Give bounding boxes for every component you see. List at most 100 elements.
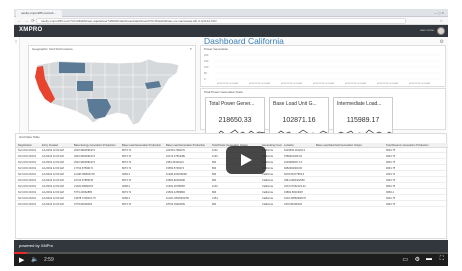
table-cell: 1/1/2019 12:00 AM xyxy=(42,197,64,200)
table-cell: 8073.73 xyxy=(122,167,132,170)
table-cell: 2091.70 xyxy=(386,173,396,176)
table-cell: 1/1/2019 12:00 AM xyxy=(42,203,64,206)
table-cell: 21120.09982073 xyxy=(74,185,94,188)
table-cell: NV-OOO-NO01 xyxy=(18,203,37,206)
address-bar: ← → ⟳ usefly.xmpro365.com/?ctl=dllfa83d/… xyxy=(14,17,448,25)
kpi-value: 102871.16 xyxy=(282,117,316,124)
table-cell: 22173.27819482 xyxy=(166,155,186,158)
table-cell: 2022.9960091973 xyxy=(74,161,95,164)
us-map[interactable] xyxy=(29,53,195,131)
user-avatar[interactable] xyxy=(437,27,445,35)
volume-icon[interactable]: 🔈 xyxy=(31,256,38,263)
x-tick-label: 01/01/2019 12:00 AM xyxy=(281,82,302,85)
kpi-value: 218650.33 xyxy=(218,117,252,124)
table-cell: 9278.09477853.3 xyxy=(284,173,305,176)
settings-icon[interactable]: ⚙ xyxy=(415,256,420,263)
table-cell: 0060.4 xyxy=(386,191,394,194)
x-tick-label: 01/01/2019 12:00 AM xyxy=(409,82,430,85)
table-cell: 15650.5745074 xyxy=(166,167,185,170)
table-cell: 0099.3 xyxy=(122,173,130,176)
power-panel-title: Power Generation xyxy=(204,47,229,51)
browser-tab[interactable]: usefly.xmpro365.com/eb... xyxy=(16,10,62,17)
table-cell: 8073.73 xyxy=(122,161,132,164)
table-cell: 1/1/2019 12:00 AM xyxy=(42,155,64,158)
power-generation-panel: Power Generation 200 150 100 50 0 01/01/2019 … xyxy=(200,45,446,87)
video-frame: usefly.xmpro365.com/eb... — ▢ ✕ ← → ⟳ us… xyxy=(0,0,462,271)
table-cell: 9091.75 xyxy=(386,155,396,158)
url-field[interactable]: usefly.xmpro365.com/?ctl=dllfa83d/ear-aq… xyxy=(36,18,406,24)
table-cell: 804 xyxy=(212,173,217,176)
theater-icon[interactable]: ▬ xyxy=(426,256,432,262)
kpi-label: Base Load Unit G... xyxy=(273,101,317,107)
table-cell: 804 xyxy=(212,179,217,182)
table-row[interactable]: NV-OOO-NO01 1/1/2019 12:00 AM 10704.978831… xyxy=(16,178,448,183)
table-cell: 11328.233918299 xyxy=(166,173,187,176)
table-cell: 1/1/2019 12:00 AM xyxy=(42,161,64,164)
table-cell: NV-OOO-NO01 xyxy=(18,185,37,188)
table-cell: 8073.73 xyxy=(122,155,132,158)
table-cell: NV-OOO-NO01 xyxy=(18,167,37,170)
power-line-chart[interactable]: 200 150 100 50 0 01/01/2019 12:00 AM 01/01/201… xyxy=(201,52,445,86)
app-logo: XMPRO xyxy=(19,27,43,33)
table-cell: 804 xyxy=(212,161,217,164)
table-row[interactable]: NV-OOO-NO01 1/1/2019 12:00 AM 21120.099820… xyxy=(16,184,448,189)
table-cell: 804 xyxy=(212,191,217,194)
table-cell: 9091.75 xyxy=(386,167,396,170)
kpi-panel-title: Total Power Generation Data xyxy=(204,90,243,94)
table-cell: 9786021265.04 xyxy=(284,155,303,158)
table-cell: 9282962909.00 xyxy=(284,167,303,170)
table-cell: 220704.7992373 xyxy=(166,149,186,152)
menu-icon[interactable]: ≡ xyxy=(15,39,17,44)
bookmark-star-icon[interactable]: ☆ xyxy=(439,18,443,23)
table-row[interactable]: NV-OOO-NO01 1/1/2019 12:00 AM 9779.0602606… xyxy=(16,202,448,207)
table-cell: 9103352.011203.1 xyxy=(284,149,306,152)
table-cell: 21500.12589800 xyxy=(166,191,186,194)
fullscreen-icon[interactable]: ⛶ xyxy=(440,256,444,263)
table-cell: 2376.84905193 xyxy=(284,203,303,206)
table-cell: 0091.75 xyxy=(386,197,396,200)
x-tick-label: 01/01/2019 12:00 AM xyxy=(377,82,398,85)
table-cell: 1/1/2019 12:00 AM xyxy=(42,149,64,152)
table-cell: 11108.189602178 xyxy=(74,173,95,176)
play-pause-icon[interactable]: ▶ xyxy=(19,256,24,264)
table-row[interactable]: NV-OOO-NO01 1/1/2019 12:00 AM 5773.2006288… xyxy=(16,190,448,195)
table-cell: 1133 xyxy=(212,185,218,188)
table-cell: California xyxy=(262,179,273,182)
x-tick-label: 01/01/2019 12:00 AM xyxy=(345,82,366,85)
table-row[interactable]: NV-OOO-NO01 1/1/2019 12:00 AM 13978.720623… xyxy=(16,196,448,201)
window-controls[interactable]: — ▢ ✕ xyxy=(434,11,444,15)
table-cell: NV-OOO-NO01 xyxy=(18,161,37,164)
play-icon xyxy=(241,154,252,166)
table-cell: 804 xyxy=(212,167,217,170)
table-cell: NV-OOO-NO01 xyxy=(18,149,37,152)
captions-icon[interactable]: ▭ xyxy=(402,256,408,263)
video-player-controls: ▶ 🔈 2:59 ▭ ⚙ ▬ ⛶ xyxy=(14,252,448,266)
kpi-label: Intermediate Load... xyxy=(337,101,382,107)
kpi-label: Total Power Gener... xyxy=(209,101,255,107)
user-name[interactable]: user name xyxy=(420,28,434,32)
search-icon[interactable]: ⌕ xyxy=(190,46,192,51)
table-cell: NV-OOO-NO01 xyxy=(18,155,37,158)
video-play-button[interactable] xyxy=(226,146,266,174)
table-cell: 18702.29924052 xyxy=(166,203,186,206)
nav-buttons[interactable]: ← → ⟳ xyxy=(17,18,36,23)
table-cell: 498.21184402650 xyxy=(284,179,305,182)
state-montana xyxy=(59,62,85,73)
table-cell: 2151 xyxy=(212,197,218,200)
kpi-panel: Total Power Generation Data Total Power … xyxy=(200,88,446,140)
table-cell: 1/1/2019 12:00 AM xyxy=(42,173,64,176)
video-time: 2:59 xyxy=(44,257,54,263)
table-cell: 1/1/2019 12:00 AM xyxy=(42,167,64,170)
state-colorado xyxy=(77,81,93,91)
video-progress-bar[interactable] xyxy=(14,252,448,254)
usa-landmass xyxy=(34,58,180,126)
table-cell: 19862.86019007 xyxy=(284,191,304,194)
table-cell: 804 xyxy=(212,203,217,206)
map-panel-title: Geographic: Grid Performance xyxy=(32,47,73,51)
table-cell: 3472.07052123.42 xyxy=(284,185,306,188)
y-tick-label: 200 xyxy=(204,53,209,57)
footer-text: powered by XMPro xyxy=(19,243,54,248)
table-cell: 8073.73 xyxy=(122,179,132,182)
table-cell: 17704.87590173 xyxy=(74,167,94,170)
table-cell: 13978.7206231.75 xyxy=(74,197,96,200)
